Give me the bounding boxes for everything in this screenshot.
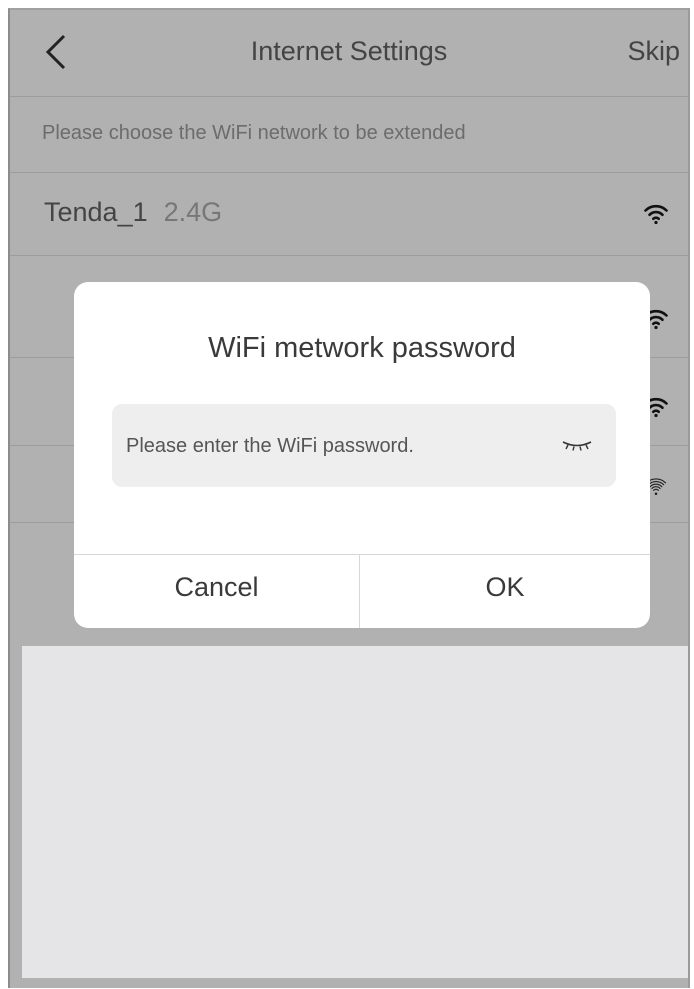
dialog-title: WiFi metwork password (208, 332, 516, 364)
wifi-full-icon (644, 204, 668, 225)
cancel-button[interactable]: Cancel (74, 555, 359, 628)
skip-button[interactable]: Skip (627, 36, 680, 67)
network-ssid: Tenda_1 (44, 197, 148, 227)
nav-bar: Internet Settings Skip (10, 10, 688, 97)
instruction-text: Please choose the WiFi network to be ext… (42, 122, 466, 144)
page-title: Internet Settings (250, 36, 448, 66)
toggle-password-visibility-button[interactable] (560, 438, 594, 454)
network-row-tenda-1[interactable]: Tenda_1 2.4G (10, 173, 688, 255)
network-band: 2.4G (163, 197, 223, 227)
eye-closed-icon (562, 441, 592, 451)
network-ssid-label: Tenda_1 2.4G (44, 197, 222, 228)
ok-button[interactable]: OK (360, 555, 650, 628)
wifi-password-dialog: WiFi metwork password Cancel OK (74, 282, 650, 628)
divider (10, 255, 688, 256)
content-panel (22, 646, 688, 978)
app-screen: Internet Settings Skip Please choose the… (8, 8, 690, 988)
password-field[interactable] (112, 404, 616, 489)
password-input[interactable] (124, 404, 548, 489)
